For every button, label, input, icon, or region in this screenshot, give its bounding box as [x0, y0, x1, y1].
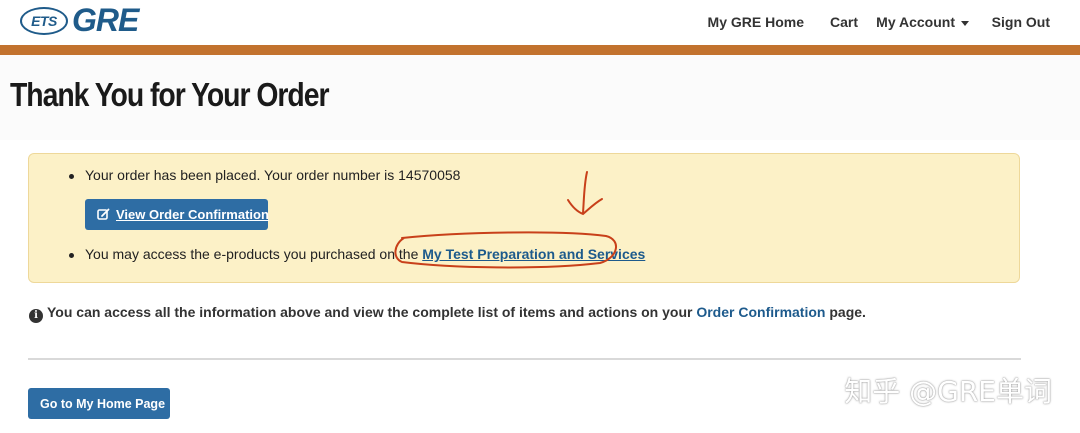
e-products-message: You may access the e-products you purcha…: [68, 246, 645, 262]
watermark: 知乎 @GRE单词: [844, 375, 1052, 408]
nav-my-account-label: My Account: [876, 14, 955, 30]
info-message: i You can access all the information abov…: [29, 304, 866, 323]
my-test-preparation-link[interactable]: My Test Preparation and Services: [422, 246, 645, 262]
view-order-confirmation-button[interactable]: View Order Confirmation: [85, 199, 269, 230]
nav-my-gre-home[interactable]: My GRE Home: [708, 14, 804, 30]
nav-cart[interactable]: Cart: [830, 14, 858, 30]
view-order-confirmation-label: View Order Confirmation: [116, 207, 269, 222]
order-placed-message: Your order has been placed. Your order n…: [68, 167, 461, 183]
ets-logo-mark: ETS: [20, 7, 68, 35]
order-confirmation-link[interactable]: Order Confirmation: [696, 304, 825, 320]
info-icon: i: [29, 309, 43, 323]
info-text-before: You can access all the information above…: [47, 304, 697, 320]
header-accent-bar: [0, 45, 1080, 55]
e-products-text: You may access the e-products you purcha…: [85, 246, 423, 262]
caret-down-icon: [961, 20, 969, 26]
nav-my-account[interactable]: My Account: [876, 14, 969, 30]
nav-sign-out[interactable]: Sign Out: [992, 14, 1050, 30]
order-alert-box: Your order has been placed. Your order n…: [28, 153, 1020, 283]
gre-logo-text: GRE: [72, 2, 139, 38]
site-header: ETS GRE My GRE Home Cart My Account Sign…: [0, 0, 1080, 46]
edit-icon: [97, 208, 110, 220]
info-text-after: page.: [825, 304, 866, 320]
go-to-home-page-button[interactable]: Go to My Home Page: [28, 388, 170, 419]
page-title: Thank You for Your Order: [10, 76, 330, 113]
section-divider: [28, 358, 1021, 360]
